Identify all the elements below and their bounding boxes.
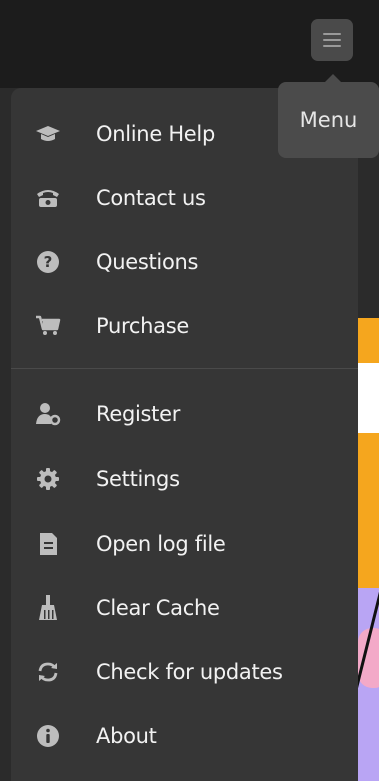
menu-item-label: Clear Cache: [96, 596, 220, 620]
menu-item-label: Check for updates: [96, 660, 283, 684]
hamburger-icon: [323, 33, 341, 47]
menu-item-label: Purchase: [96, 314, 189, 338]
menu-item-register[interactable]: Register: [11, 383, 358, 445]
menu-divider: [11, 368, 358, 369]
menu-tooltip: Menu: [278, 74, 379, 158]
menu-item-contact-us[interactable]: Contact us: [11, 167, 358, 229]
question-circle-icon: ?: [35, 249, 61, 275]
menu-item-check-for-updates[interactable]: Check for updates: [11, 641, 358, 703]
menu-item-settings[interactable]: Settings: [11, 448, 358, 510]
menu-item-open-log-file[interactable]: Open log file: [11, 513, 358, 575]
menu-item-label: Register: [96, 402, 181, 426]
broom-icon: [35, 595, 61, 621]
svg-text:?: ?: [44, 253, 53, 271]
tooltip-text: Menu: [299, 108, 358, 132]
menu-item-about[interactable]: About: [11, 705, 358, 767]
shopping-cart-icon: [35, 313, 61, 339]
top-bar: [0, 0, 379, 88]
dropdown-menu: Online Help Contact us ? Questions Purch…: [11, 88, 358, 781]
telephone-icon: [35, 185, 61, 211]
menu-item-label: Settings: [96, 467, 180, 491]
menu-item-clear-cache[interactable]: Clear Cache: [11, 577, 358, 639]
menu-item-label: Open log file: [96, 532, 226, 556]
menu-item-questions[interactable]: ? Questions: [11, 231, 358, 293]
graduation-cap-icon: [35, 121, 61, 147]
menu-item-purchase[interactable]: Purchase: [11, 295, 358, 357]
app-window: Menu Online Help Contact us ? Questions …: [0, 0, 379, 781]
document-icon: [35, 531, 61, 557]
info-circle-icon: [35, 723, 61, 749]
gear-icon: [35, 466, 61, 492]
menu-item-label: About: [96, 724, 157, 748]
user-key-icon: [35, 401, 61, 427]
refresh-icon: [35, 659, 61, 685]
menu-item-label: Questions: [96, 250, 199, 274]
menu-button[interactable]: [311, 19, 353, 61]
menu-item-label: Online Help: [96, 122, 215, 146]
menu-item-label: Contact us: [96, 186, 206, 210]
